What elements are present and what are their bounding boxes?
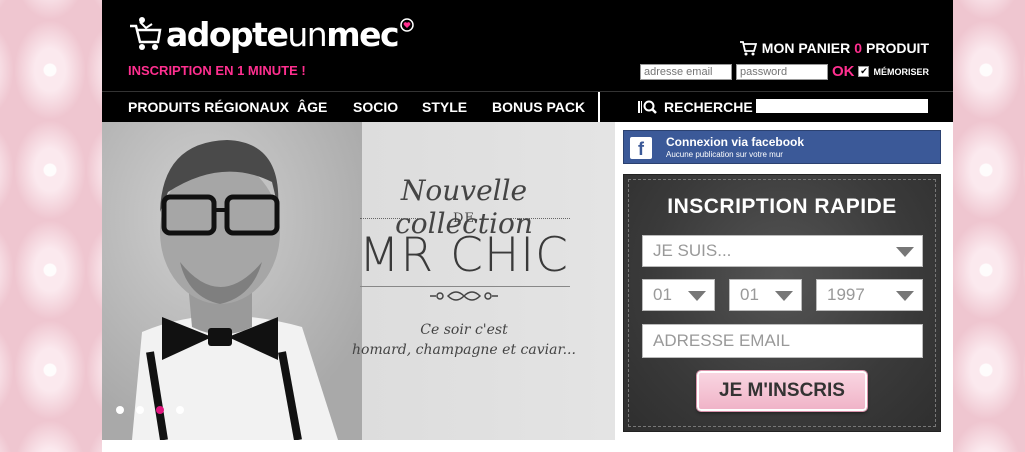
birth-month-select[interactable]: 01 <box>729 279 802 311</box>
birth-year-value: 1997 <box>827 285 865 304</box>
signup-submit-button[interactable]: JE M'INSCRIS <box>697 371 867 411</box>
facebook-subtitle: Aucune publication sur votre mur <box>666 150 783 159</box>
birth-day-value: 01 <box>653 285 672 304</box>
carousel-dot-3[interactable] <box>156 406 164 414</box>
search-label: RECHERCHE <box>638 99 753 115</box>
nav-item-bonus-pack[interactable]: BONUS PACK <box>492 99 585 115</box>
search-input[interactable] <box>756 99 928 113</box>
gender-select-value: JE SUIS... <box>653 241 732 260</box>
divider-line <box>510 218 570 219</box>
logo-text-mec: mec <box>326 14 399 54</box>
heart-circle-icon <box>400 18 414 32</box>
subtitle-line-2: homard, champagne et caviar... <box>352 342 576 358</box>
hero-banner[interactable]: Nouvelle collection DE MR CHIC Ce soir c… <box>102 122 615 440</box>
subtitle-line-1: Ce soir c'est <box>420 322 508 338</box>
collection-subtitle: Ce soir c'est homard, champagne et cavia… <box>352 320 576 360</box>
facebook-title: Connexion via facebook <box>666 135 805 149</box>
birth-day-select[interactable]: 01 <box>642 279 715 311</box>
signup-email-field[interactable]: ADRESSE EMAIL <box>642 324 923 358</box>
cart-link[interactable]: MON PANIER 0 PRODUIT <box>739 40 929 56</box>
carousel-dot-4[interactable] <box>176 406 184 414</box>
birth-year-select[interactable]: 1997 <box>816 279 923 311</box>
dropdown-arrow-icon <box>896 291 914 301</box>
dropdown-arrow-icon <box>688 291 706 301</box>
search-magnifier-icon <box>638 100 657 114</box>
main-navigation: PRODUITS RÉGIONAUX ÂGE SOCIO STYLE BONUS… <box>102 91 953 123</box>
remember-checkbox[interactable]: ✔ <box>858 66 870 77</box>
facebook-connect-button[interactable]: f Connexion via facebook Aucune publicat… <box>623 130 941 164</box>
cart-label-suffix: PRODUIT <box>866 40 929 56</box>
signup-tagline: INSCRIPTION EN 1 MINUTE ! <box>128 63 306 78</box>
facebook-icon: f <box>630 137 652 159</box>
gender-select[interactable]: JE SUIS... <box>642 235 923 267</box>
login-form: OK ✔ MÉMORISER <box>639 63 929 80</box>
cart-woman-logo-icon <box>130 17 162 50</box>
signup-title: INSCRIPTION RAPIDE <box>667 195 897 218</box>
quick-signup-panel: INSCRIPTION RAPIDE JE SUIS... 01 01 1997… <box>623 174 941 432</box>
collection-name: MR CHIC <box>359 228 569 283</box>
nav-item-age[interactable]: ÂGE <box>297 99 327 115</box>
nav-item-socio[interactable]: SOCIO <box>353 99 398 115</box>
dropdown-arrow-icon <box>775 291 793 301</box>
cart-count: 0 <box>854 40 862 56</box>
cart-label: MON PANIER <box>761 40 851 56</box>
page-container: adopteunmec INSCRIPTION EN 1 MINUTE ! MO… <box>102 0 953 452</box>
birth-month-value: 01 <box>740 285 759 304</box>
nav-item-style[interactable]: STYLE <box>422 99 467 115</box>
ornament-flourish-icon <box>430 291 498 301</box>
hero-model-photo <box>102 122 362 440</box>
carousel-dot-1[interactable] <box>116 406 124 414</box>
carousel-dots <box>116 406 184 414</box>
site-logo[interactable]: adopteunmec <box>128 14 414 54</box>
dropdown-arrow-icon <box>896 247 914 257</box>
site-header: adopteunmec INSCRIPTION EN 1 MINUTE ! MO… <box>102 0 953 91</box>
login-password-input[interactable] <box>735 63 828 80</box>
login-ok-button[interactable]: OK <box>832 63 855 80</box>
shopping-cart-icon <box>739 41 757 56</box>
remember-label: MÉMORISER <box>873 66 929 77</box>
logo-text-un: un <box>287 14 327 54</box>
carousel-dot-2[interactable] <box>136 406 144 414</box>
nav-divider <box>598 92 600 123</box>
nav-item-produits-regionaux[interactable]: PRODUITS RÉGIONAUX <box>128 99 289 115</box>
login-email-input[interactable] <box>639 63 732 80</box>
divider-line <box>360 286 570 287</box>
search-label-text: RECHERCHE <box>664 99 753 115</box>
logo-text-adopte: adopte <box>166 14 289 54</box>
